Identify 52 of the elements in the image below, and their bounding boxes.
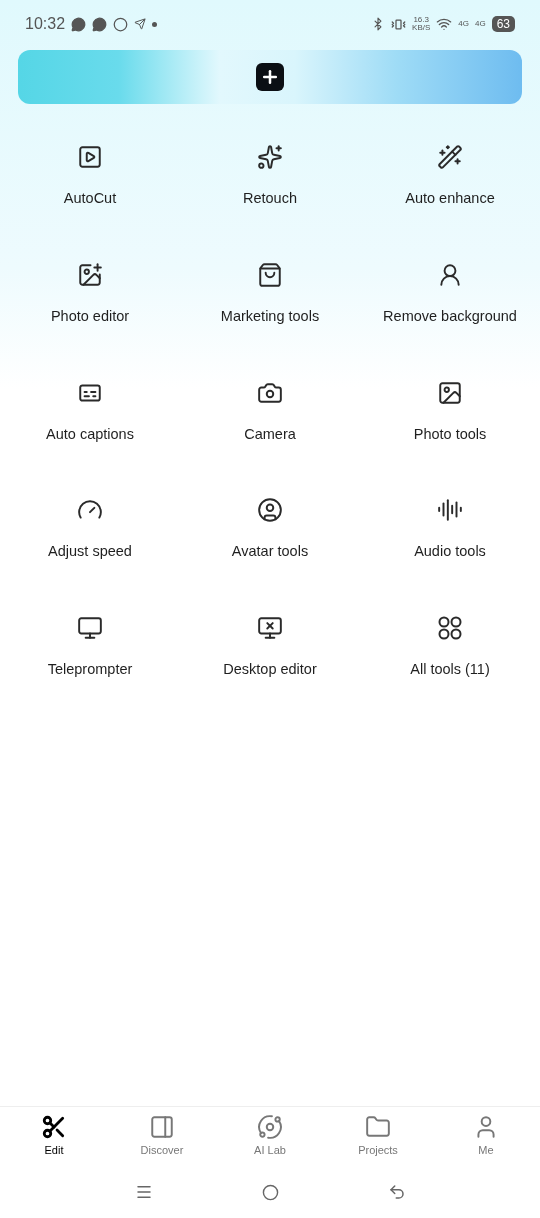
net-speed: 16.3 — [413, 16, 429, 24]
person-icon — [437, 261, 463, 288]
panel-icon — [149, 1114, 175, 1141]
battery-indicator: 63 — [491, 16, 515, 32]
menu-icon[interactable] — [134, 1183, 153, 1201]
magic-wand-icon — [437, 144, 463, 170]
tool-button[interactable]: AutoCut — [0, 144, 180, 210]
tool-button[interactable]: Retouch — [180, 144, 360, 210]
image-icon — [77, 261, 103, 288]
tool-button[interactable]: Audio tools — [360, 497, 540, 563]
tool-button[interactable]: Teleprompter — [0, 615, 180, 681]
network-type: 4G — [474, 18, 486, 30]
monitor-icon — [257, 615, 283, 641]
tool-button[interactable]: Adjust speed — [0, 497, 180, 563]
tool-button[interactable]: Camera — [180, 379, 360, 446]
tool-button[interactable]: Marketing tools — [180, 261, 360, 328]
tool-button[interactable]: Avatar tools — [180, 497, 360, 563]
tool-button[interactable]: All tools (11) — [360, 615, 540, 681]
wifi-icon — [436, 16, 453, 32]
network-type: 4G — [458, 18, 469, 30]
circle-icon — [113, 16, 129, 32]
nav-tab[interactable]: Me — [432, 1114, 540, 1159]
nav-tab[interactable]: Discover — [108, 1114, 216, 1159]
monitor-icon — [77, 615, 103, 641]
tool-button[interactable]: Auto enhance — [360, 144, 540, 210]
sparkles-icon — [257, 144, 283, 170]
tool-button[interactable]: Photo editor — [0, 261, 180, 328]
status-time: 10:32 — [25, 14, 66, 34]
plus-icon — [256, 63, 284, 91]
image-icon — [437, 379, 463, 406]
tool-button[interactable]: Auto captions — [0, 379, 180, 446]
create-banner[interactable] — [18, 50, 522, 104]
chat-icon — [71, 16, 87, 32]
tool-button[interactable]: Photo tools — [360, 379, 540, 446]
nav-tab[interactable]: AI Lab — [216, 1114, 324, 1159]
home-icon[interactable] — [261, 1183, 279, 1201]
chat-icon — [92, 16, 108, 32]
vibrate-icon — [391, 16, 407, 32]
tool-button[interactable]: Desktop editor — [180, 615, 360, 681]
person-icon — [257, 497, 283, 524]
play-square-icon — [77, 144, 103, 170]
nav-tab[interactable]: Edit — [0, 1114, 108, 1159]
grid-icon — [437, 615, 463, 641]
scissors-icon — [41, 1114, 67, 1141]
nav-tab[interactable]: Projects — [324, 1114, 432, 1159]
back-icon[interactable] — [387, 1183, 406, 1201]
tool-button[interactable]: Remove background — [360, 261, 540, 328]
send-icon — [134, 18, 147, 30]
audio-wave-icon — [437, 497, 463, 524]
orbit-icon — [257, 1114, 283, 1141]
net-speed-unit: KB/S — [412, 24, 431, 32]
shopping-bag-icon — [257, 261, 283, 288]
